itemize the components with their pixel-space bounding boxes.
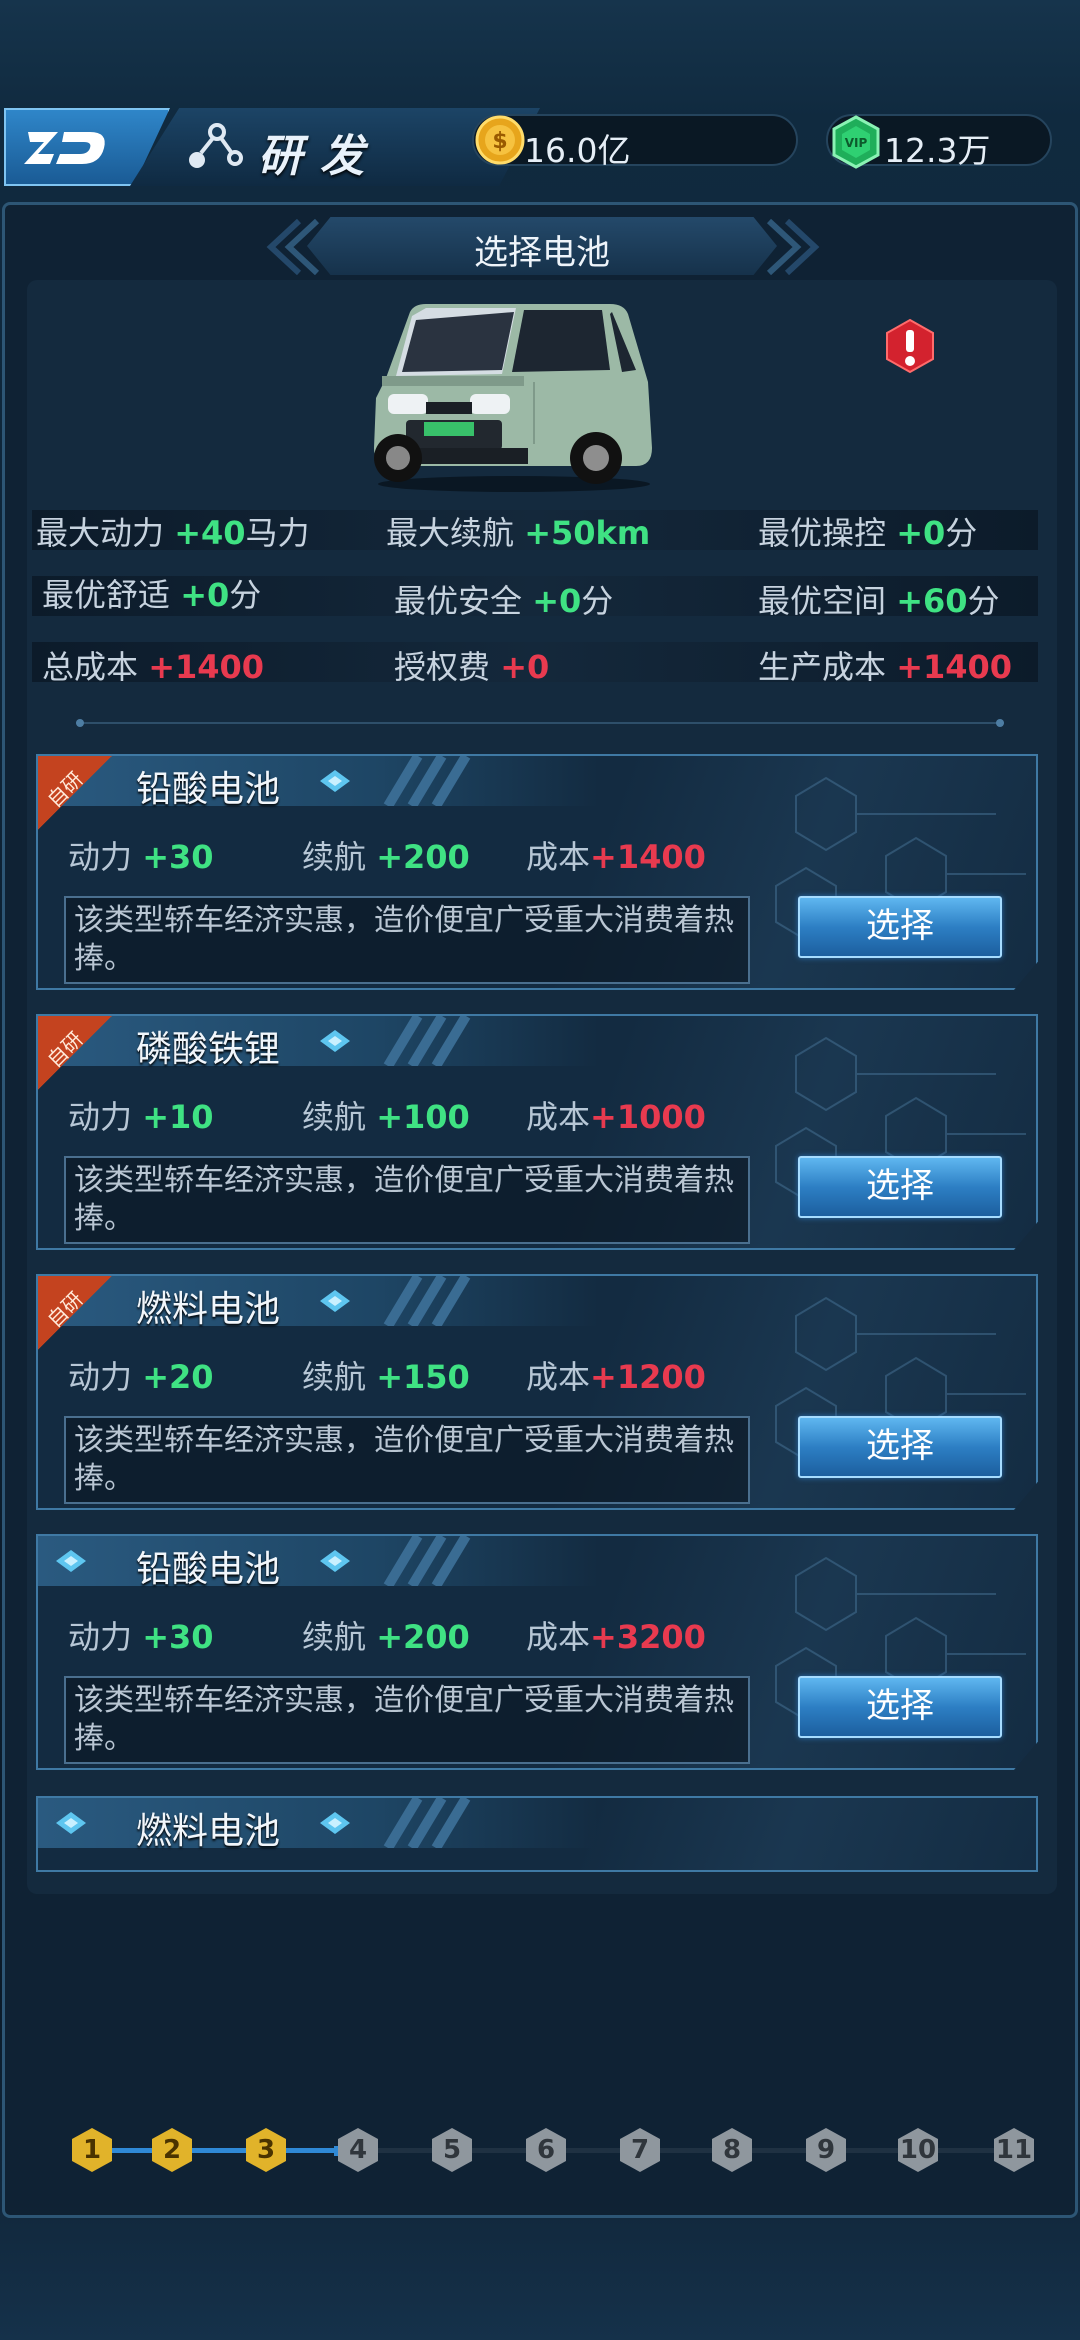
battery-power: 动力 +30 xyxy=(68,1618,214,1656)
battery-range: 续航 +100 xyxy=(302,1098,470,1136)
header-stripes xyxy=(383,1276,471,1326)
stat-space: 最优空间 +60分 xyxy=(758,582,1000,620)
step-6: 6 xyxy=(526,2128,566,2172)
header-stripes xyxy=(383,756,471,806)
header-stripes xyxy=(383,1536,471,1586)
stat-safety: 最优安全 +0分 xyxy=(394,582,614,620)
battery-name: 磷酸铁锂 xyxy=(136,1029,281,1070)
step-4: 4 xyxy=(338,2128,378,2172)
stat-total-cost: 总成本 +1400 xyxy=(42,648,265,686)
battery-description: 该类型轿车经济实惠，造价便宜广受重大消费着热捧。 xyxy=(64,1156,750,1244)
select-button[interactable]: 选择 xyxy=(798,1676,1002,1738)
section-divider xyxy=(76,719,1004,727)
battery-range: 续航 +200 xyxy=(302,1618,470,1656)
diamond-icon xyxy=(320,1030,350,1052)
stat-max-range: 最大续航 +50km xyxy=(386,514,651,552)
stat-comfort: 最优舒适 +0分 xyxy=(42,576,262,614)
car-image xyxy=(374,304,652,492)
battery-description: 该类型轿车经济实惠，造价便宜广受重大消费着热捧。 xyxy=(64,1416,750,1504)
svg-text:VIP: VIP xyxy=(845,136,868,150)
diamond-icon xyxy=(320,1550,350,1572)
battery-range: 续航 +150 xyxy=(302,1358,470,1396)
warning-icon[interactable] xyxy=(885,318,935,374)
research-icon xyxy=(189,123,243,168)
battery-card: 自研 磷酸铁锂 动力 +10 续航 +100 成本+1000 该类型轿车经济实惠… xyxy=(36,1014,1038,1250)
step-9: 9 xyxy=(806,2128,846,2172)
step-2: 2 xyxy=(152,2128,192,2172)
green-gem-icon: VIP xyxy=(832,115,880,169)
diamond-icon xyxy=(320,770,350,792)
battery-card: 自研 燃料电池 动力 +20 续航 +150 成本+1200 该类型轿车经济实惠… xyxy=(36,1274,1038,1510)
diamond-icon xyxy=(320,1290,350,1312)
battery-range: 续航 +200 xyxy=(302,838,470,876)
select-button[interactable]: 选择 xyxy=(798,896,1002,958)
top-bar: 研发 $ 16.0亿 VIP 12.3万 xyxy=(0,100,1080,192)
step-11: 11 xyxy=(994,2128,1034,2172)
panel-title: 选择电池 xyxy=(474,233,610,273)
card-header xyxy=(38,1798,598,1848)
battery-name: 燃料电池 xyxy=(136,1811,281,1852)
step-7: 7 xyxy=(620,2128,660,2172)
battery-cost: 成本+1200 xyxy=(526,1358,706,1396)
battery-description: 该类型轿车经济实惠，造价便宜广受重大消费着热捧。 xyxy=(64,1676,750,1764)
select-button[interactable]: 选择 xyxy=(798,1416,1002,1478)
battery-name: 铅酸电池 xyxy=(136,1549,281,1590)
card-header xyxy=(38,1536,598,1586)
battery-description: 该类型轿车经济实惠，造价便宜广受重大消费着热捧。 xyxy=(64,896,750,984)
battery-power: 动力 +20 xyxy=(68,1358,214,1396)
battery-power: 动力 +10 xyxy=(68,1098,214,1136)
svg-text:$: $ xyxy=(492,129,507,154)
progress-steps: 1 2 3 4 5 6 7 8 9 10 11 xyxy=(72,2128,1034,2172)
battery-card-partial: 燃料电池 xyxy=(36,1796,1038,1872)
step-8: 8 xyxy=(712,2128,752,2172)
battery-name: 铅酸电池 xyxy=(136,769,281,810)
card-header xyxy=(38,1276,598,1326)
progress-line-done xyxy=(92,2148,346,2153)
gem-balance[interactable]: VIP 12.3万 xyxy=(826,114,1052,170)
step-1: 1 xyxy=(72,2128,112,2172)
step-3: 3 xyxy=(246,2128,286,2172)
card-header xyxy=(38,1016,598,1066)
diamond-icon xyxy=(320,1812,350,1834)
gem-value: 12.3万 xyxy=(884,131,991,170)
stat-license-fee: 授权费 +0 xyxy=(394,648,550,686)
stat-max-power: 最大动力 +40马力 xyxy=(36,514,310,552)
header-stripes xyxy=(383,1016,471,1066)
battery-cost: 成本+1400 xyxy=(526,838,706,876)
diamond-icon xyxy=(56,1550,86,1572)
coin-value: 16.0亿 xyxy=(524,131,631,170)
step-10: 10 xyxy=(898,2128,938,2172)
battery-name: 燃料电池 xyxy=(136,1289,281,1330)
gold-coin-icon: $ xyxy=(475,115,525,165)
battery-power: 动力 +30 xyxy=(68,838,214,876)
select-button[interactable]: 选择 xyxy=(798,1156,1002,1218)
coin-balance[interactable]: $ 16.0亿 xyxy=(472,114,798,170)
header-stripes xyxy=(383,1798,471,1848)
battery-cost: 成本+1000 xyxy=(526,1098,706,1136)
battery-cost: 成本+3200 xyxy=(526,1618,706,1656)
diamond-icon xyxy=(56,1812,86,1834)
stat-handling: 最优操控 +0分 xyxy=(758,514,978,552)
stat-production-cost: 生产成本 +1400 xyxy=(758,648,1013,686)
card-header xyxy=(38,756,598,806)
battery-card: 自研 铅酸电池 动力 +30 续航 +200 成本+1400 该类型轿车经济实惠… xyxy=(36,754,1038,990)
page-title: 研发 xyxy=(258,131,382,182)
battery-card: 铅酸电池 动力 +30 续航 +200 成本+3200 该类型轿车经济实惠，造价… xyxy=(36,1534,1038,1770)
logo-icon xyxy=(24,132,105,164)
step-5: 5 xyxy=(432,2128,472,2172)
